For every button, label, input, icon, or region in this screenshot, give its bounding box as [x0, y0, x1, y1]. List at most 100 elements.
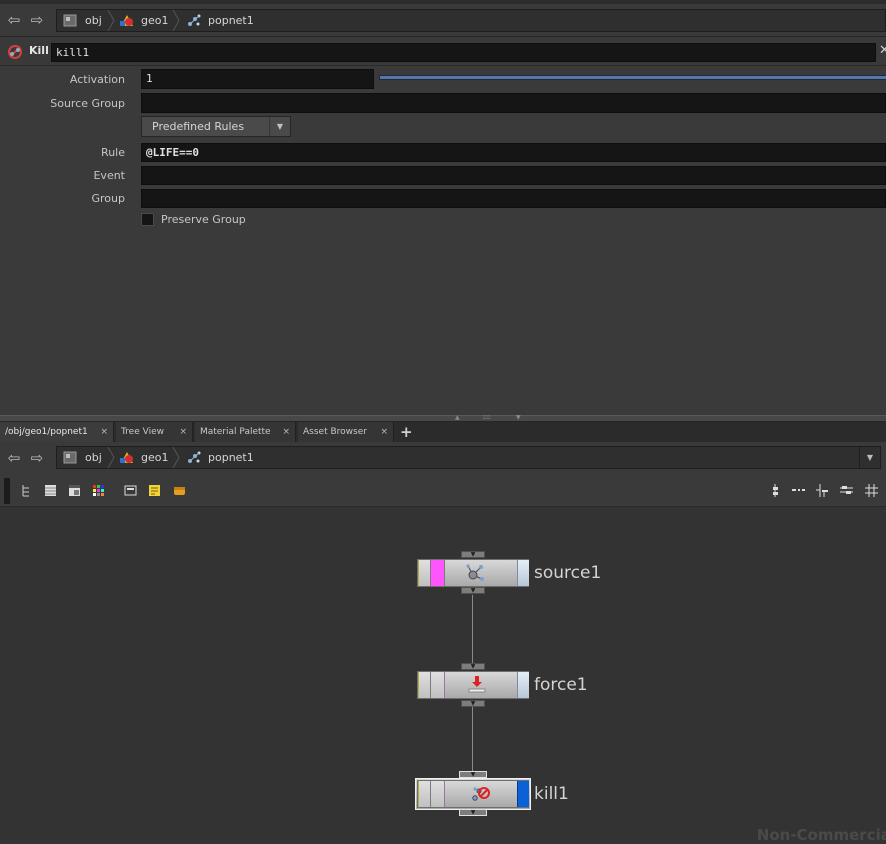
geo-icon [120, 15, 133, 26]
render-flag[interactable] [517, 781, 529, 807]
bypass-flag[interactable] [431, 560, 445, 586]
network-canvas[interactable]: ▼ ▼ source1 ▼ ▼ force1 ▼ ▼ kill1 Non-Com… [0, 507, 886, 844]
display-flag[interactable] [418, 672, 431, 698]
input-port[interactable]: ▼ [461, 551, 485, 558]
path-bar: ⇦ ⇨ obj geo1 popnet1 [0, 4, 886, 37]
display-flag[interactable] [418, 560, 431, 586]
tab-network[interactable]: /obj/geo1/popnet1 × [0, 422, 114, 442]
bypass-flag[interactable] [431, 672, 445, 698]
preserve-group-label: Preserve Group [161, 213, 246, 226]
breadcrumb-separator-icon [172, 447, 180, 468]
asset-box-icon[interactable] [173, 484, 186, 497]
node-header: Kill kill1 ✕ [0, 39, 886, 66]
network-breadcrumb: obj geo1 popnet1 ▼ [56, 446, 881, 469]
list-view-icon[interactable] [44, 484, 57, 497]
node-body[interactable] [417, 671, 529, 699]
node-inner [417, 780, 529, 808]
layout-corner-icon[interactable] [816, 484, 829, 497]
collapse-down-icon[interactable]: ▼ [516, 414, 521, 421]
popnet-icon [188, 451, 201, 463]
close-icon[interactable]: × [380, 422, 388, 442]
source-icon [466, 564, 484, 581]
toolbar-grip [4, 478, 10, 504]
output-port[interactable]: ▼ [461, 587, 485, 594]
event-label: Event [93, 169, 125, 182]
color-palette-icon[interactable] [92, 484, 105, 497]
activation-slider[interactable] [377, 72, 886, 84]
source-group-label: Source Group [50, 97, 125, 110]
back-arrow-icon[interactable]: ⇦ [5, 11, 23, 29]
group-label: Group [91, 192, 126, 205]
display-flag[interactable] [418, 781, 431, 807]
kill-node-icon [8, 45, 22, 59]
activation-slider-track [379, 75, 886, 80]
pane-divider[interactable]: ▲ :::::: ▼ [0, 413, 886, 422]
source-group-field[interactable] [141, 93, 886, 113]
add-tab-icon[interactable]: + [400, 422, 413, 442]
drag-handle-icon[interactable]: :::::: [482, 413, 491, 421]
render-flag[interactable] [517, 672, 529, 698]
node-name[interactable]: force1 [534, 675, 588, 695]
tab-tree-view[interactable]: Tree View × [116, 422, 193, 442]
breadcrumb-separator-icon [107, 10, 115, 31]
network-toolbar [0, 476, 886, 507]
forward-arrow-icon[interactable]: ⇨ [28, 11, 46, 29]
layout-dashes-icon[interactable] [792, 484, 805, 497]
tab-material-palette[interactable]: Material Palette × [195, 422, 296, 442]
network-path-bar: ⇦ ⇨ obj geo1 popnet1 ▼ [0, 442, 886, 476]
preserve-group-checkbox[interactable] [141, 213, 154, 226]
grid-icon[interactable] [865, 484, 878, 497]
activation-label: Activation [69, 73, 125, 86]
rule-field[interactable]: @LIFE==0 [141, 143, 886, 162]
obj-icon [63, 14, 77, 27]
node-name[interactable]: source1 [534, 563, 601, 583]
obj-icon [63, 451, 77, 464]
force-icon [468, 676, 486, 693]
close-icon[interactable]: ✕ [879, 43, 886, 58]
predefined-rules-label: Predefined Rules [152, 120, 245, 133]
watermark: Non-Commercial [756, 826, 886, 844]
breadcrumb: obj geo1 popnet1 [56, 9, 886, 32]
pane-tabs: /obj/geo1/popnet1 × Tree View × Material… [0, 422, 886, 442]
geo-icon [120, 452, 133, 463]
tree-list-icon[interactable] [21, 484, 34, 497]
event-field[interactable] [141, 166, 886, 185]
predefined-rules-dropdown[interactable]: Predefined Rules ▼ [141, 116, 291, 137]
output-port[interactable]: ▼ [461, 700, 485, 707]
breadcrumb-separator-icon [107, 447, 115, 468]
input-port[interactable]: ▼ [459, 771, 487, 778]
connection-wire[interactable] [472, 595, 473, 666]
output-port[interactable]: ▼ [459, 809, 487, 816]
forward-arrow-icon[interactable]: ⇨ [28, 449, 46, 467]
collapse-up-icon[interactable]: ▲ [455, 414, 460, 421]
rule-label: Rule [101, 146, 125, 159]
node-name[interactable]: kill1 [534, 784, 569, 804]
close-icon[interactable]: × [282, 422, 290, 442]
node-body[interactable] [417, 559, 529, 587]
tab-asset-browser[interactable]: Asset Browser × [298, 422, 394, 442]
tab-label: /obj/geo1/popnet1 [5, 427, 88, 437]
render-flag[interactable] [517, 560, 529, 586]
details-view-icon[interactable] [68, 484, 81, 497]
tab-label: Material Palette [200, 427, 271, 437]
node-name-field[interactable]: kill1 [51, 43, 876, 62]
bypass-flag[interactable] [431, 781, 445, 807]
back-arrow-icon[interactable]: ⇦ [5, 449, 23, 467]
close-icon[interactable]: × [100, 422, 108, 442]
chevron-down-icon[interactable]: ▼ [859, 447, 880, 468]
tab-label: Asset Browser [303, 427, 367, 437]
chevron-down-icon: ▼ [269, 117, 290, 136]
node-type-label: Kill [29, 44, 49, 57]
network-box-icon[interactable] [124, 484, 137, 497]
align-vertical-icon[interactable] [769, 484, 782, 497]
input-port[interactable]: ▼ [461, 663, 485, 670]
group-field[interactable] [141, 189, 886, 208]
layout-stack-icon[interactable] [840, 484, 853, 497]
node-body[interactable] [415, 778, 531, 810]
close-icon[interactable]: × [179, 422, 187, 442]
tab-label: Tree View [121, 427, 164, 437]
breadcrumb-separator-icon [172, 10, 180, 31]
sticky-note-icon[interactable] [148, 484, 161, 497]
activation-field[interactable]: 1 [141, 69, 374, 89]
connection-wire[interactable] [472, 707, 473, 774]
